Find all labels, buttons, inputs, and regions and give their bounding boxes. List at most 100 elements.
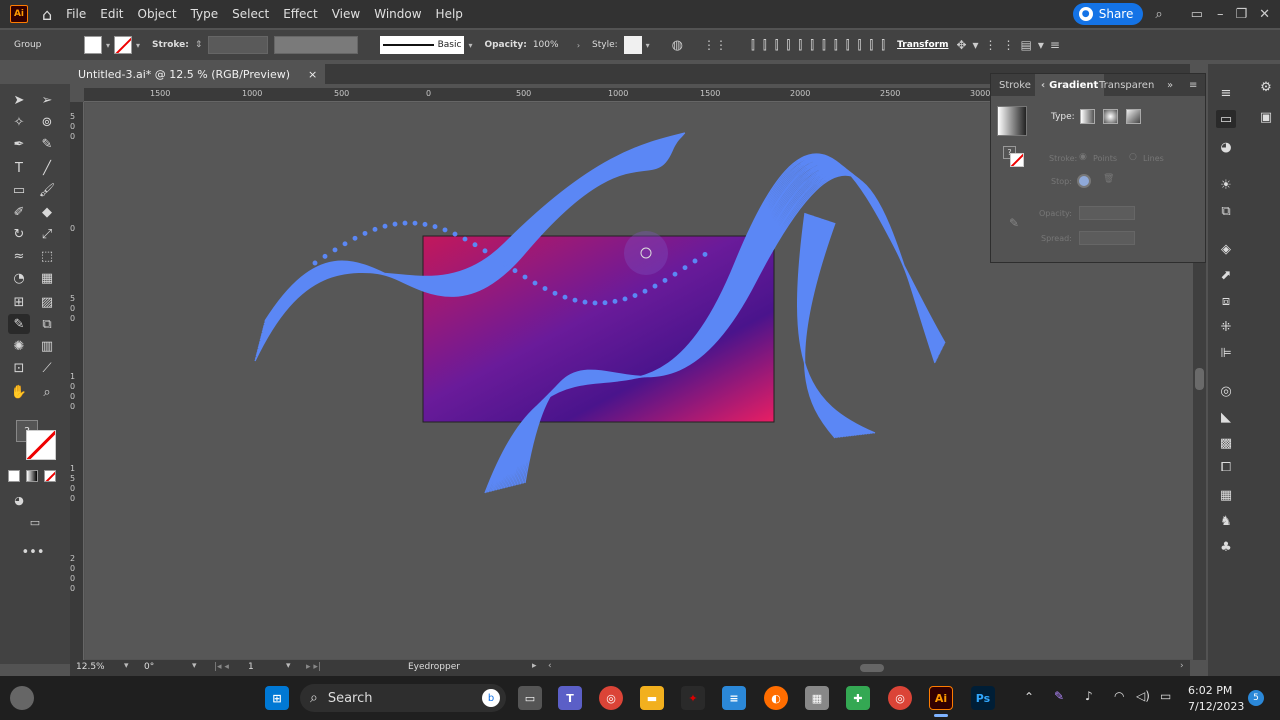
menu-file[interactable]: File (66, 7, 86, 21)
app-icon[interactable]: ✦ (681, 686, 705, 710)
trash-icon[interactable]: 🗑 (1103, 174, 1114, 184)
volume-icon[interactable]: ◁) (1136, 689, 1150, 703)
chrome-icon[interactable]: ◎ (888, 686, 912, 710)
arrange-documents-icon[interactable]: ▭ (1191, 7, 1203, 22)
freeform-gradient-button[interactable] (1126, 109, 1141, 124)
horizontal-scroll-thumb[interactable] (860, 664, 884, 672)
tab-stroke[interactable]: Stroke (999, 74, 1031, 96)
menu-view[interactable]: View (332, 7, 360, 21)
battery-icon[interactable]: ▭ (1160, 689, 1171, 703)
libraries-icon[interactable]: ▣ (1256, 108, 1276, 126)
eraser-tool-icon[interactable]: ◆ (36, 202, 58, 222)
chevron-down-icon[interactable]: ▾ (468, 41, 472, 50)
artboards-icon[interactable]: ⧈ (1216, 292, 1236, 310)
chevron-down-icon[interactable]: ▾ (646, 41, 650, 50)
graph-tool-icon[interactable]: ▥ (36, 336, 58, 356)
rectangle-tool-icon[interactable]: ▭ (8, 180, 30, 200)
gradient-tool-icon[interactable]: ▨ (36, 292, 58, 312)
close-window-icon[interactable]: ✕ (1259, 7, 1270, 22)
lines-radio-icon[interactable]: ○ (1129, 152, 1137, 162)
symbols-icon[interactable]: ♣ (1216, 538, 1236, 556)
status-menu-icon[interactable]: ▸ (532, 661, 537, 671)
brushes-icon[interactable]: ◎ (1216, 382, 1236, 400)
menu-type[interactable]: Type (191, 7, 219, 21)
clock-date[interactable]: 7/12/2023 (1188, 700, 1244, 713)
menu-select[interactable]: Select (232, 7, 269, 21)
notification-badge[interactable]: 5 (1248, 690, 1264, 706)
search-icon[interactable]: ⌕ (1155, 7, 1162, 22)
pen-icon[interactable]: ✎ (1054, 689, 1064, 703)
puppet-icon[interactable]: ♞ (1216, 512, 1236, 530)
color-guide-icon[interactable]: ◕ (1216, 138, 1236, 156)
fill-stroke-widget[interactable]: ? (8, 416, 60, 462)
share-button[interactable]: ● Share (1072, 3, 1144, 25)
tab-transparency[interactable]: Transparen (1099, 74, 1154, 96)
weather-icon[interactable] (10, 686, 34, 710)
collapse-panels-icon[interactable]: » (1167, 74, 1173, 96)
transform-panel-icon[interactable]: ⁜ (1216, 318, 1236, 336)
artboard-nav-prev-icon[interactable]: |◂ ◂ (214, 662, 229, 672)
graphic-styles-icon[interactable]: ⧉ (1216, 202, 1236, 220)
linear-gradient-button[interactable] (1080, 109, 1095, 124)
start-icon[interactable]: ⊞ (265, 686, 289, 710)
clock-time[interactable]: 6:02 PM (1188, 684, 1232, 697)
transform-tools-icon[interactable]: ✥▾⋮⋮▤▾≡ (956, 38, 1066, 52)
chevron-down-icon[interactable]: ▾ (124, 661, 129, 671)
none-mode-icon[interactable] (44, 470, 56, 482)
eyedropper-tool-icon[interactable]: ✎ (8, 314, 30, 334)
firefox-icon[interactable]: ◐ (764, 686, 788, 710)
scroll-right-icon[interactable]: › (1180, 661, 1184, 671)
selection-tool-icon[interactable]: ➤ (8, 90, 30, 110)
close-tab-icon[interactable]: × (308, 68, 317, 81)
teams-icon[interactable]: T (558, 686, 582, 710)
fill-swatch[interactable] (84, 36, 102, 54)
zoom-field[interactable]: 12.5% (76, 662, 105, 672)
blend-tool-icon[interactable]: ⧉ (36, 314, 58, 334)
align-panel-icon[interactable]: ⊫ (1216, 344, 1236, 362)
stop-color-swatch[interactable] (1077, 174, 1091, 188)
chrome-icon[interactable]: ◎ (599, 686, 623, 710)
artboard-number-field[interactable]: 1 (248, 662, 254, 672)
gradient-panel-icon[interactable]: ▭ (1216, 110, 1236, 128)
stroke-swatch[interactable] (114, 36, 133, 54)
export-icon[interactable]: ⬈ (1216, 266, 1236, 284)
opacity-field[interactable]: 100% (533, 40, 573, 50)
chevron-down-icon[interactable]: ▾ (192, 661, 197, 671)
mesh-tool-icon[interactable]: ⊞ (8, 292, 30, 312)
symbol-sprayer-tool-icon[interactable]: ✺ (8, 336, 30, 356)
app-icon[interactable]: ✚ (846, 686, 870, 710)
tab-gradient[interactable]: ‹ Gradient (1035, 74, 1105, 96)
chevron-up-icon[interactable]: ⌃ (1024, 690, 1034, 704)
taskbar-search[interactable]: ⌕ Search b (300, 684, 506, 712)
calculator-icon[interactable]: ▦ (805, 686, 829, 710)
transparency-icon[interactable]: ▩ (1216, 434, 1236, 452)
character-icon[interactable]: ▦ (1216, 486, 1236, 504)
properties-icon[interactable]: ⚙ (1256, 78, 1276, 96)
recolor-artwork-icon[interactable]: ◍ (672, 38, 683, 53)
stroke-weight-stepper[interactable]: ⇕ (195, 40, 203, 50)
scroll-thumb[interactable] (1195, 368, 1204, 390)
layers-icon[interactable]: ◈ (1216, 240, 1236, 258)
shape-builder-tool-icon[interactable]: ◔ (8, 268, 30, 288)
magic-wand-tool-icon[interactable]: ✧ (8, 112, 30, 132)
notepad-icon[interactable]: ≡ (722, 686, 746, 710)
spread-field[interactable] (1079, 231, 1135, 245)
brush-definition[interactable]: Basic (380, 36, 465, 54)
minimize-icon[interactable]: – (1217, 7, 1224, 22)
direct-selection-tool-icon[interactable]: ➢ (36, 90, 58, 110)
fill-stroke-mini-widget[interactable]: ? (1003, 146, 1024, 167)
screen-mode-icon[interactable]: ▭ (24, 512, 46, 532)
align-grid-icon[interactable]: ⋮⋮ (703, 38, 727, 52)
transform-link[interactable]: Transform (897, 40, 948, 50)
stroke-none-swatch[interactable] (26, 430, 56, 460)
pen-tool-icon[interactable]: ✒ (8, 134, 30, 154)
lasso-tool-icon[interactable]: ⊚ (36, 112, 58, 132)
draw-mode-icon[interactable]: ◕ (8, 490, 30, 510)
curvature-tool-icon[interactable]: ✎ (36, 134, 58, 154)
color-mode-icon[interactable] (8, 470, 20, 482)
appearance-icon[interactable]: ☀ (1216, 176, 1236, 194)
microphone-icon[interactable]: ♪ (1085, 689, 1093, 703)
stroke-weight-field[interactable] (208, 36, 269, 54)
chevron-down-icon[interactable]: ▾ (136, 41, 140, 50)
warp-tool-icon[interactable]: ≈ (8, 246, 30, 266)
